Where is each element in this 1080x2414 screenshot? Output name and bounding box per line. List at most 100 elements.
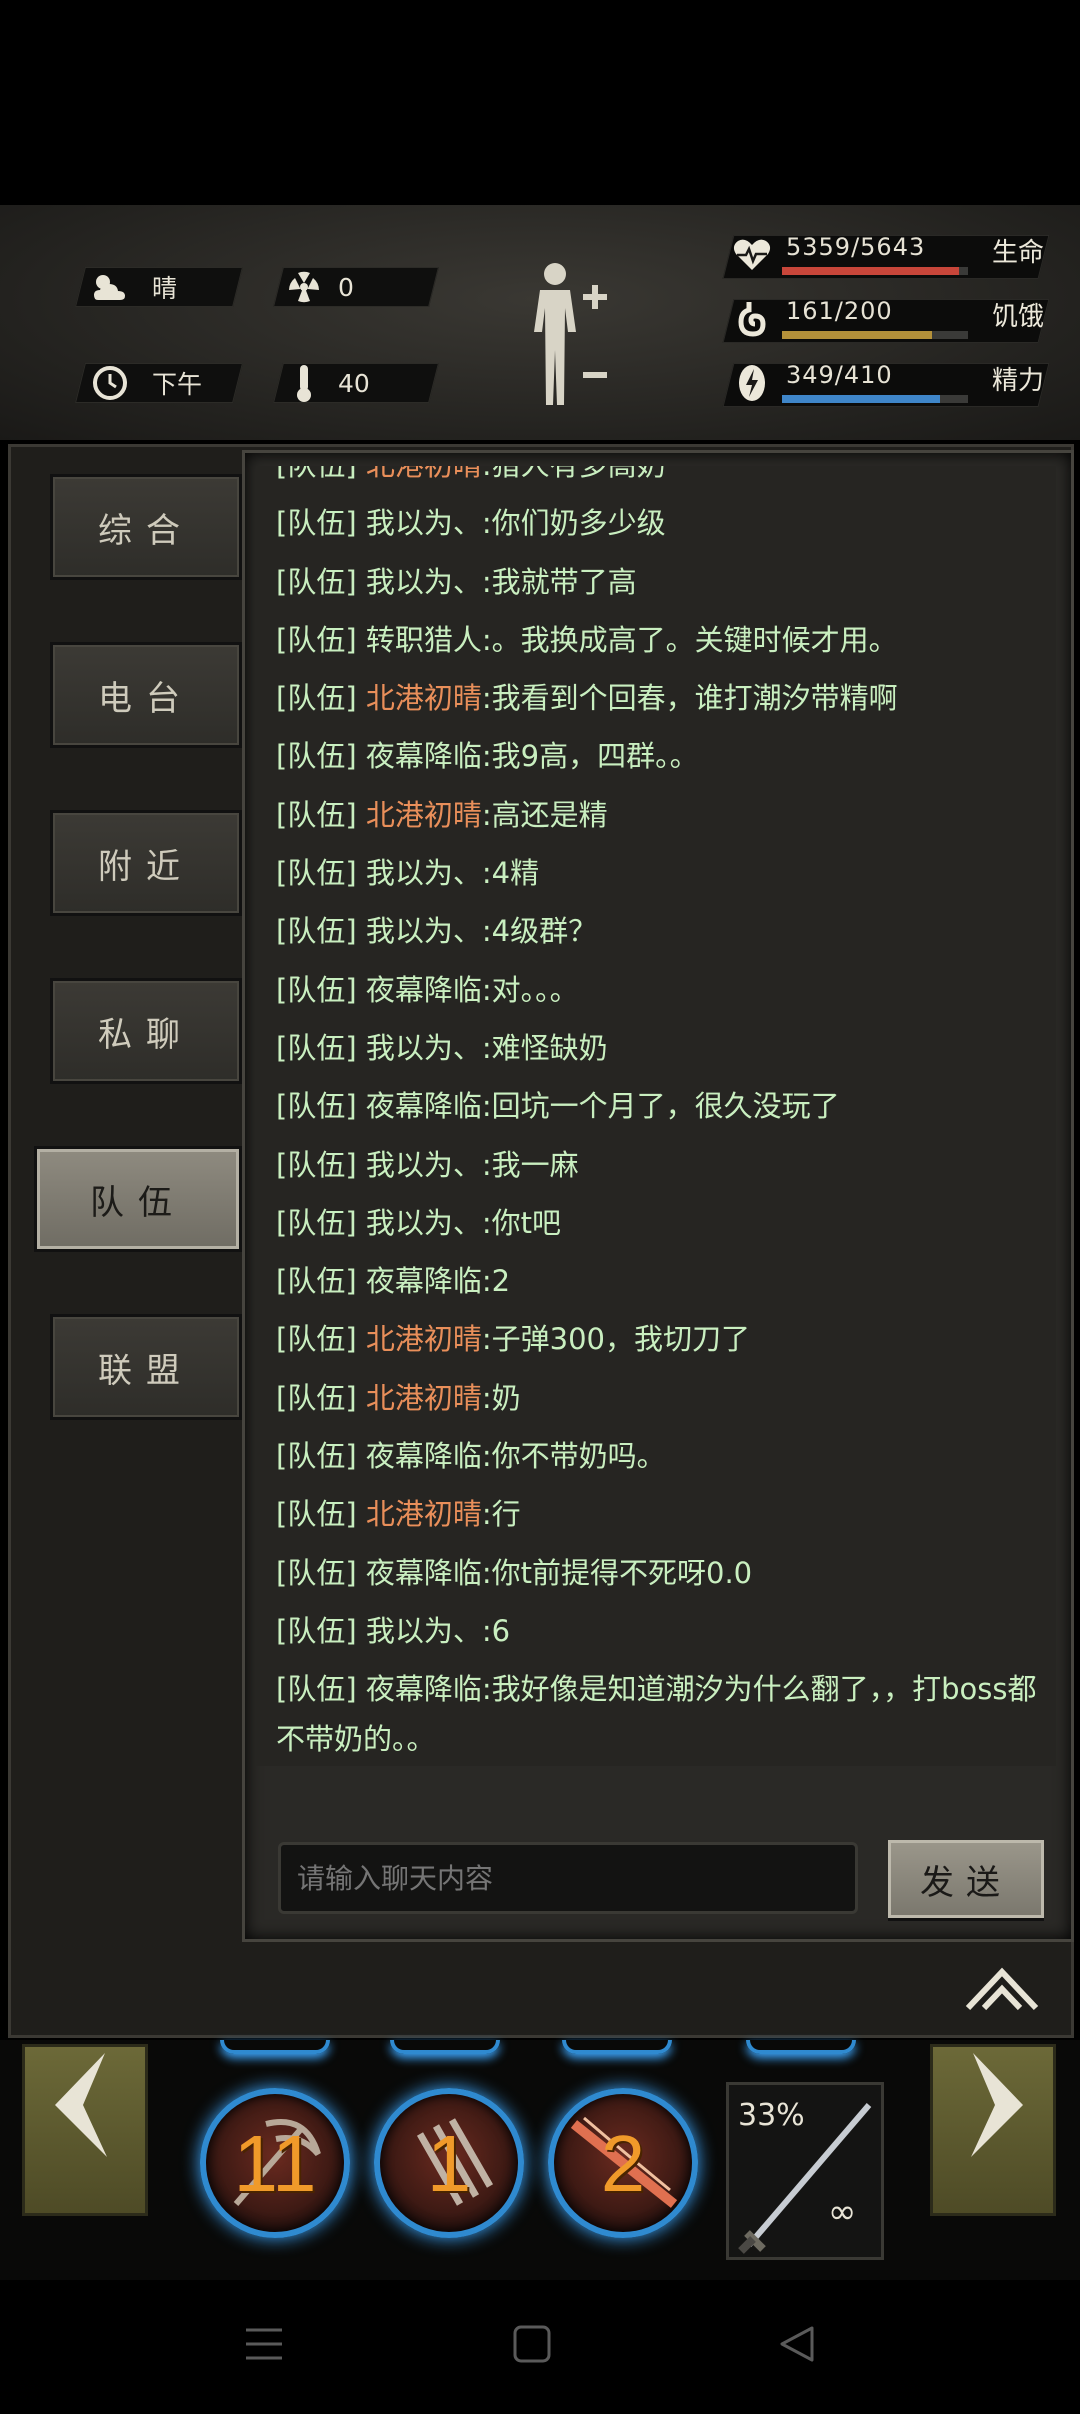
chat-message: [队伍] 我以为、:你t吧 (276, 1194, 1056, 1252)
channel-tag: [队伍] (276, 1555, 357, 1590)
clock-icon (90, 363, 130, 403)
prev-page-button[interactable] (22, 2044, 148, 2216)
radiation-icon (284, 267, 324, 307)
chat-input[interactable] (278, 1842, 858, 1914)
message-text: :4精 (481, 856, 540, 891)
message-text: :高还是精 (481, 797, 608, 832)
chat-message: [队伍] 北港初晴:我看到个回春，谁打潮汐带精啊 (276, 669, 1056, 727)
message-text: :4级群？ (481, 914, 598, 949)
chat-message: [队伍] 我以为、:4级群？ (276, 902, 1056, 960)
chat-message: [队伍] 北港初晴:奶 (276, 1369, 1056, 1427)
sender-name[interactable]: 夜幕降临 (366, 973, 482, 1007)
tab-team[interactable]: 队伍 (34, 1146, 242, 1252)
message-text: :猎人有多高奶 (482, 466, 666, 482)
send-button[interactable]: 发送 (888, 1840, 1044, 1918)
sender-name[interactable]: 北港初晴 (366, 798, 482, 832)
channel-tag: [队伍] (276, 1613, 357, 1648)
back-icon[interactable] (776, 2324, 816, 2364)
thermometer-icon (284, 363, 324, 403)
message-text: :你t前提得不死呀0.0 (481, 1555, 753, 1590)
chat-message: [队伍] 我以为、:你们奶多少级 (276, 494, 1056, 552)
skill-count-2: 1 (426, 2119, 472, 2208)
tab-nearby[interactable]: 附近 (50, 810, 242, 916)
chat-message: [队伍] 夜幕降临:对。。。 (276, 961, 1056, 1019)
weapon-ammo: ∞ (828, 2192, 857, 2232)
body-status-button[interactable] (520, 260, 620, 410)
tab-radio[interactable]: 电台 (50, 642, 242, 748)
chat-message: [队伍] 北港初晴:高还是精 (276, 786, 1056, 844)
sender-name[interactable]: 夜幕降临 (366, 1089, 482, 1123)
sender-name[interactable]: 夜幕降临 (366, 1264, 482, 1298)
sender-name[interactable]: 我以为、 (366, 1031, 482, 1065)
sender-name[interactable]: 北港初晴 (366, 466, 482, 482)
sender-name[interactable]: 我以为、 (366, 1148, 482, 1182)
chat-log[interactable]: [队伍] 北港初晴:猎人有多高奶[队伍] 我以为、:你们奶多少级[队伍] 我以为… (256, 466, 1056, 1766)
message-text: :你t吧 (481, 1205, 562, 1240)
sender-name[interactable]: 北港初晴 (366, 1322, 482, 1356)
chat-message: [队伍] 我以为、:难怪缺奶 (276, 1019, 1056, 1077)
skill-slot-top-2 (390, 2040, 500, 2054)
channel-tag: [队伍] (276, 466, 357, 482)
sender-name[interactable]: 我以为、 (366, 1206, 482, 1240)
energy-label: 精力 (992, 366, 1045, 396)
chat-message: [队伍] 夜幕降临:我9高，四群。。 (276, 727, 1056, 785)
sender-name[interactable]: 我以为、 (366, 565, 482, 599)
sender-name[interactable]: 我以为、 (366, 506, 482, 540)
chat-message: [队伍] 我以为、:我一麻 (276, 1136, 1056, 1194)
message-text: :难怪缺奶 (481, 1030, 608, 1065)
channel-tag: [队伍] (276, 622, 357, 657)
arrow-left-icon (55, 2053, 107, 2157)
channel-tag: [队伍] (276, 856, 357, 891)
skill-bar (0, 2040, 1080, 2280)
menu-icon[interactable] (244, 2324, 284, 2364)
system-nav-bar (0, 2280, 1080, 2414)
message-text: :。我换成高了。关键时候才用。 (481, 622, 898, 657)
channel-tag: [队伍] (276, 914, 357, 949)
cloud-sun-icon (90, 267, 130, 307)
tab-private[interactable]: 私聊 (50, 978, 242, 1084)
channel-tag: [队伍] (276, 1205, 357, 1240)
sender-name[interactable]: 我以为、 (366, 914, 482, 948)
sender-name[interactable]: 夜幕降临 (366, 1556, 482, 1590)
sender-name[interactable]: 北港初晴 (366, 681, 482, 715)
energy-value: 349/410 (786, 361, 893, 389)
chat-message: [队伍] 夜幕降临:你不带奶吗。 (276, 1427, 1056, 1485)
next-page-button[interactable] (930, 2044, 1056, 2216)
chat-message: [队伍] 夜幕降临:回坑一个月了，很久没玩了 (276, 1077, 1056, 1135)
channel-tag: [队伍] (276, 1322, 357, 1357)
channel-tag: [队伍] (276, 739, 357, 774)
hunger-label: 饥饿 (992, 302, 1045, 332)
stomach-icon (730, 297, 774, 341)
skill-count-3: 2 (600, 2119, 646, 2208)
home-icon[interactable] (512, 2324, 552, 2364)
channel-tag: [队伍] (276, 1380, 357, 1415)
sender-name[interactable]: 北港初晴 (366, 1497, 482, 1531)
weather-value: 晴 (152, 274, 178, 303)
sender-name[interactable]: 夜幕降临 (366, 739, 482, 773)
radiation-value: 0 (338, 272, 354, 302)
chat-message: [队伍] 北港初晴:猎人有多高奶 (276, 466, 1056, 494)
temperature-value: 40 (338, 368, 370, 398)
sender-name[interactable]: 北港初晴 (366, 1381, 482, 1415)
health-bar (782, 267, 968, 275)
body-figure-icon (534, 263, 607, 405)
collapse-button[interactable] (962, 1964, 1042, 2014)
message-text: :你们奶多少级 (481, 506, 666, 541)
message-text: :我9高，四群。。 (481, 739, 699, 774)
hunger-bar (782, 331, 968, 339)
chat-message: [队伍] 北港初晴:子弹300，我切刀了 (276, 1310, 1056, 1368)
chat-message: [队伍] 我以为、:我就带了高 (276, 553, 1056, 611)
sender-name[interactable]: 夜幕降临 (366, 1672, 482, 1706)
sender-name[interactable]: 我以为、 (366, 1614, 482, 1648)
sender-name[interactable]: 夜幕降临 (366, 1439, 482, 1473)
status-bar: 晴 0 下午 40 5359/5643 生命 161/200 饥饿 349/41… (0, 205, 1080, 440)
tab-general[interactable]: 综合 (50, 474, 242, 580)
message-text: :6 (481, 1613, 511, 1648)
message-text: :行 (481, 1497, 521, 1532)
sender-name[interactable]: 转职猎人 (366, 623, 482, 657)
weapon-durability: 33% (738, 2098, 805, 2133)
sender-name[interactable]: 我以为、 (366, 856, 482, 890)
channel-tag: [队伍] (276, 972, 357, 1007)
tab-alliance[interactable]: 联盟 (50, 1314, 242, 1420)
health-label: 生命 (992, 238, 1045, 268)
